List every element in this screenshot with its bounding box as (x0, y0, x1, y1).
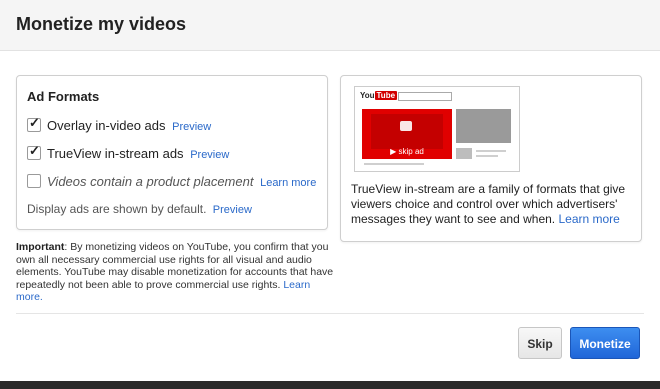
trueview-checkbox[interactable]: ✓ (27, 143, 41, 160)
mock-thumbnail (456, 148, 472, 159)
mock-text-line (476, 155, 498, 157)
important-label: Important (16, 241, 65, 253)
monetize-button[interactable]: Monetize (570, 327, 640, 359)
product-placement-option[interactable]: Videos contain a product placement Learn… (27, 174, 316, 189)
overlay-preview-link[interactable]: Preview (172, 121, 211, 133)
mock-side-ad (456, 109, 511, 143)
youtube-mockup-image: You Tube ▶ skip ad (354, 86, 520, 172)
ad-formats-title: Ad Formats (27, 89, 100, 104)
mock-search-bar (398, 92, 452, 101)
dialog-title: Monetize my videos (16, 14, 187, 34)
mock-skip-ad-label: ▶ skip ad (390, 147, 424, 156)
camera-icon (400, 121, 412, 131)
monetize-dialog: Monetize my videos Ad Formats ✓ Overlay i… (0, 0, 660, 381)
checkmark-icon: ✓ (29, 143, 40, 158)
overlay-checkbox[interactable]: ✓ (27, 115, 41, 132)
overlay-label: Overlay in-video ads (47, 118, 166, 133)
mock-text-line (364, 163, 424, 165)
display-ads-note: Display ads are shown by default. Previe… (27, 202, 252, 216)
skip-button[interactable]: Skip (518, 327, 562, 359)
checkmark-icon: ✓ (29, 115, 40, 130)
product-placement-checkbox[interactable] (27, 174, 41, 188)
youtube-logo: You Tube (360, 91, 398, 100)
ad-formats-panel: Ad Formats ✓ Overlay in-video ads Preview… (16, 75, 328, 230)
overlay-option[interactable]: ✓ Overlay in-video ads Preview (27, 115, 211, 133)
trueview-preview-link[interactable]: Preview (190, 149, 229, 161)
trueview-description: TrueView in-stream are a family of forma… (351, 182, 626, 226)
display-preview-link[interactable]: Preview (213, 204, 252, 216)
display-ads-text: Display ads are shown by default. (27, 202, 207, 216)
product-placement-label: Videos contain a product placement (47, 174, 254, 189)
mock-video-player: ▶ skip ad (362, 109, 452, 159)
trueview-option[interactable]: ✓ TrueView in-stream ads Preview (27, 143, 229, 161)
footer-divider (16, 313, 644, 314)
mock-text-line (476, 150, 506, 152)
trueview-preview-panel: You Tube ▶ skip ad TrueView in-stream are… (340, 75, 642, 242)
product-placement-learn-more-link[interactable]: Learn more (260, 177, 316, 189)
trueview-label: TrueView in-stream ads (47, 146, 184, 161)
dialog-header: Monetize my videos (0, 0, 660, 51)
important-notice: Important: By monetizing videos on YouTu… (16, 241, 334, 304)
trueview-learn-more-link[interactable]: Learn more (558, 212, 619, 226)
